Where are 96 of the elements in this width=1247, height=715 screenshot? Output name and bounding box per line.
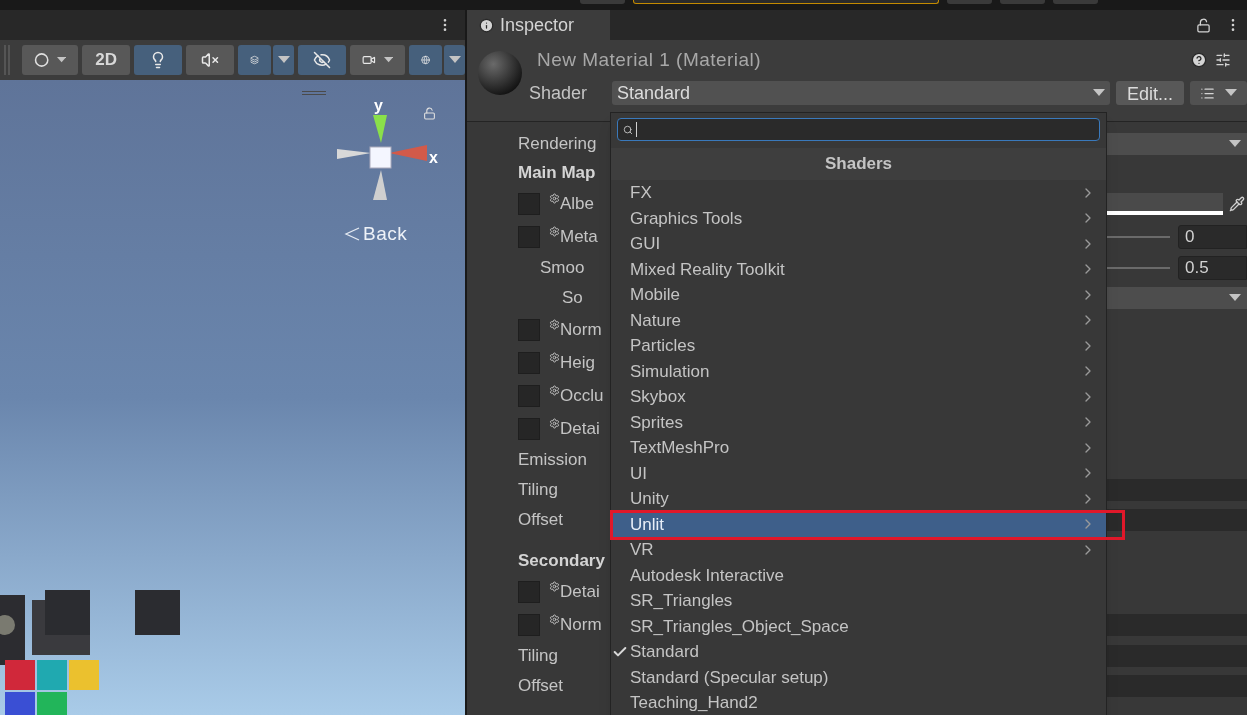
property-label: Heig [560, 351, 595, 374]
list-dropdown[interactable] [1190, 81, 1247, 105]
caret-icon [56, 56, 67, 64]
property-label: Tiling [518, 645, 558, 668]
slider-track[interactable] [1107, 235, 1170, 238]
gizmos-toggle-button[interactable] [409, 45, 442, 75]
property-label: Albe [560, 192, 595, 215]
effects-toggle-button[interactable] [238, 45, 272, 75]
shading-mode-icon [33, 50, 49, 70]
property-label: Norm [560, 613, 602, 636]
material-preview-icon [477, 50, 523, 96]
search-field[interactable] [617, 118, 1100, 141]
preset-icon[interactable] [1215, 52, 1231, 68]
property-label: So [562, 287, 583, 310]
menu-item[interactable]: SR_Triangles [611, 588, 1106, 614]
property-label: Emission [518, 449, 587, 472]
axis-label: x [429, 150, 438, 166]
dropdown-button[interactable] [444, 45, 465, 75]
property-label: Occlu [560, 384, 604, 407]
menu-header: Shaders [611, 148, 1106, 180]
menu-item[interactable]: Nature [611, 307, 1106, 333]
property-label: Offset [518, 509, 564, 532]
property-label: Norm [560, 318, 602, 341]
property-label: Smoo [540, 257, 585, 280]
gear-icon[interactable] [549, 192, 560, 204]
number-field[interactable]: 0.5 [1178, 256, 1247, 280]
menu-item[interactable]: VR [611, 537, 1106, 563]
caret-icon [277, 56, 290, 64]
list-icon [1200, 85, 1215, 101]
dropdown-field[interactable] [1107, 133, 1247, 155]
material-title: New Material 1 (Material) [536, 47, 763, 72]
menu-item[interactable]: Standard [611, 639, 1106, 665]
menu-item[interactable]: Teaching_Hand2 [611, 690, 1106, 715]
gear-icon[interactable] [549, 613, 560, 625]
lock-icon[interactable] [1196, 17, 1211, 33]
inspector-tab[interactable]: Inspector [467, 10, 610, 40]
gear-icon[interactable] [549, 580, 560, 592]
vector-field[interactable] [1107, 509, 1247, 531]
menu-item[interactable]: SR_Triangles_Object_Space [611, 613, 1106, 639]
menu-item[interactable]: Graphics Tools [611, 205, 1106, 231]
info-icon [479, 17, 494, 33]
toolbar-grip[interactable] [4, 45, 10, 75]
search-icon [623, 124, 633, 135]
menu-item[interactable]: Unity [611, 486, 1106, 512]
menu-item[interactable]: Sprites [611, 409, 1106, 435]
menu-item[interactable]: Skybox [611, 384, 1106, 410]
dropdown-field[interactable] [1107, 287, 1247, 309]
property-label: Detai [560, 580, 600, 603]
menu-item[interactable]: UI [611, 460, 1106, 486]
caret-icon [448, 56, 461, 64]
number-field[interactable]: 0 [1178, 224, 1247, 249]
gear-icon[interactable] [549, 225, 560, 237]
eyedropper-icon[interactable] [1229, 195, 1245, 212]
mode-toggle-button[interactable]: 2D [82, 45, 131, 75]
menu-item[interactable]: FX [611, 180, 1106, 206]
gear-icon[interactable] [549, 318, 560, 330]
menu-item[interactable]: TextMeshPro [611, 435, 1106, 461]
caret-icon [383, 56, 393, 64]
menu-item[interactable]: Simulation [611, 358, 1106, 384]
mute-icon [201, 51, 220, 69]
visibility-toggle-button[interactable] [298, 45, 347, 75]
menu-item[interactable]: Autodesk Interactive [611, 562, 1106, 588]
menu-item[interactable]: GUI [611, 231, 1106, 257]
caret-icon [1225, 89, 1237, 97]
caret-icon [1229, 140, 1241, 148]
menu-item[interactable]: Particles [611, 333, 1106, 359]
dropdown-button[interactable] [273, 45, 295, 75]
property-label: Meta [560, 225, 598, 248]
shader-dropdown[interactable]: Standard [612, 81, 1110, 105]
property-label: Offset [518, 675, 564, 698]
menu-item[interactable]: Mobile [611, 282, 1106, 308]
lighting-toggle-button[interactable] [134, 45, 183, 75]
edit-button[interactable]: Edit... [1116, 81, 1184, 105]
property-label: Rendering [518, 133, 597, 156]
camera-toggle-button[interactable] [350, 45, 405, 75]
resize-handle[interactable] [302, 91, 326, 95]
caret-icon [1229, 294, 1241, 302]
gear-icon[interactable] [549, 351, 560, 363]
section-heading: Secondary [518, 550, 605, 573]
color-field[interactable] [1107, 192, 1223, 215]
gear-icon[interactable] [549, 384, 560, 396]
axis-label: y [374, 98, 383, 114]
menu-item[interactable]: Mixed Reality Toolkit [611, 256, 1106, 282]
help-icon[interactable] [1191, 52, 1207, 68]
property-label: Tiling [518, 479, 558, 502]
shader-label: Shader [529, 81, 589, 105]
audio-toggle-button[interactable] [186, 45, 235, 75]
view-label[interactable]: Back [363, 224, 408, 243]
property-label: Detai [560, 417, 600, 440]
caret-icon [1093, 89, 1105, 97]
eye-off-icon [313, 51, 332, 69]
section-heading: Main Map [518, 162, 596, 185]
menu-item[interactable]: Standard (Specular setup) [611, 664, 1106, 690]
draw-mode-toggle-button[interactable] [21, 45, 79, 75]
toolbar-button[interactable] [633, 0, 939, 4]
gear-icon[interactable] [549, 417, 560, 429]
